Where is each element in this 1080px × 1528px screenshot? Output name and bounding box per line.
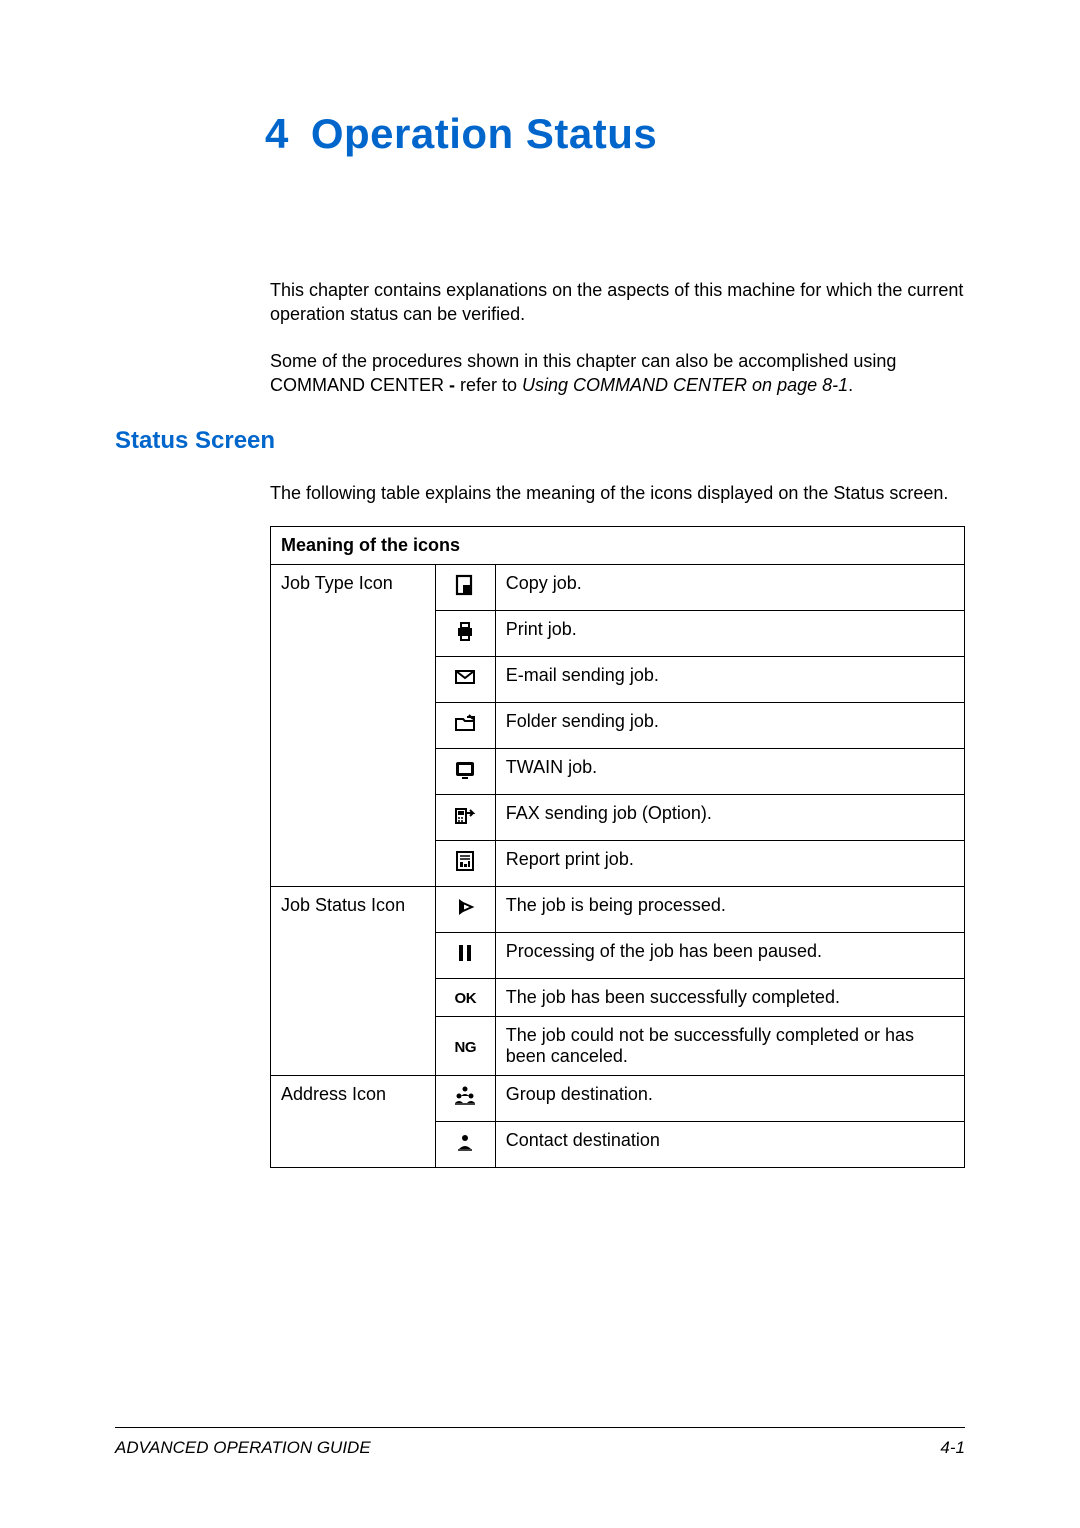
icon-desc: FAX sending job (Option).	[495, 795, 964, 841]
copy-icon	[453, 573, 477, 597]
icon-desc: The job could not be successfully comple…	[495, 1017, 964, 1076]
icon-meaning-table: Meaning of the icons Job Type Icon Copy …	[270, 526, 965, 1168]
page-footer: ADVANCED OPERATION GUIDE 4-1	[115, 1427, 965, 1458]
table-row: Job Type Icon Copy job.	[271, 565, 965, 611]
icon-desc: Processing of the job has been paused.	[495, 933, 964, 979]
chapter-title: Operation Status	[311, 110, 657, 157]
chapter-heading: 4 Operation Status	[265, 110, 965, 158]
table-row: Address Icon Group destination.	[271, 1076, 965, 1122]
group-label: Job Type Icon	[271, 565, 436, 887]
print-icon	[453, 619, 477, 643]
icon-desc: Copy job.	[495, 565, 964, 611]
footer-page-number: 4-1	[940, 1438, 965, 1458]
table-row: Job Status Icon The job is being process…	[271, 887, 965, 933]
icon-desc: TWAIN job.	[495, 749, 964, 795]
group-icon	[453, 1084, 477, 1108]
chapter-number: 4	[265, 110, 289, 157]
icon-desc: Group destination.	[495, 1076, 964, 1122]
paused-icon	[453, 941, 477, 965]
cross-reference: Using COMMAND CENTER on page 8-1	[522, 375, 848, 395]
icon-desc: The job is being processed.	[495, 887, 964, 933]
icon-desc: Contact destination	[495, 1122, 964, 1168]
contact-icon	[453, 1130, 477, 1154]
footer-left: ADVANCED OPERATION GUIDE	[115, 1438, 371, 1457]
report-icon	[453, 849, 477, 873]
ng-icon: NG	[455, 1039, 477, 1056]
icon-desc: Print job.	[495, 611, 964, 657]
group-label: Address Icon	[271, 1076, 436, 1168]
folder-icon	[453, 711, 477, 735]
icon-desc: Folder sending job.	[495, 703, 964, 749]
icon-desc: E-mail sending job.	[495, 657, 964, 703]
intro-block: This chapter contains explanations on th…	[270, 278, 965, 397]
section-heading: Status Screen	[115, 427, 965, 455]
table-header: Meaning of the icons	[271, 527, 965, 565]
table-intro: The following table explains the meaning…	[270, 483, 965, 504]
email-icon	[453, 665, 477, 689]
intro-p1: This chapter contains explanations on th…	[270, 278, 965, 327]
processing-icon	[453, 895, 477, 919]
icon-desc: Report print job.	[495, 841, 964, 887]
fax-icon	[453, 803, 477, 827]
ok-icon: OK	[455, 990, 477, 1007]
intro-p2: Some of the procedures shown in this cha…	[270, 349, 965, 398]
twain-icon	[453, 757, 477, 781]
group-label: Job Status Icon	[271, 887, 436, 1076]
icon-desc: The job has been successfully completed.	[495, 979, 964, 1017]
